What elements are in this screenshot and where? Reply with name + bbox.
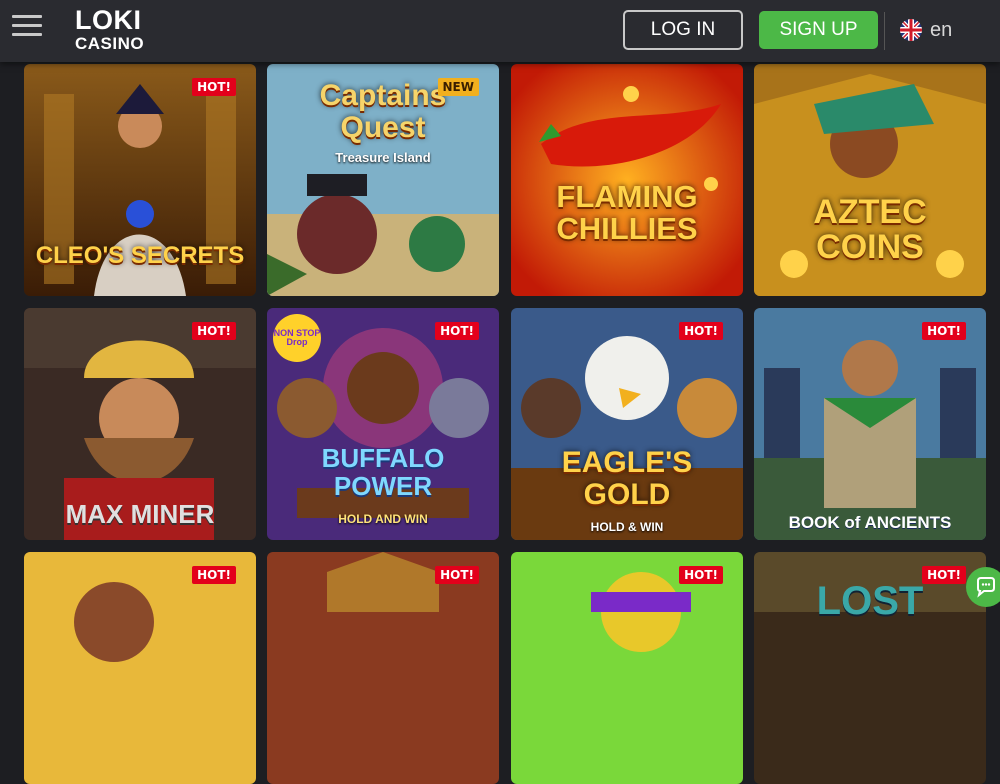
game-tile-row3-2[interactable]: HOT! bbox=[267, 552, 499, 784]
hot-badge: HOT! bbox=[679, 566, 723, 584]
hot-badge: HOT! bbox=[435, 566, 479, 584]
game-subtitle: HOLD & WIN bbox=[590, 520, 664, 534]
hot-badge: HOT! bbox=[679, 322, 723, 340]
signup-button[interactable]: SIGN UP bbox=[759, 11, 878, 49]
hot-badge: HOT! bbox=[922, 322, 966, 340]
game-title: LOST bbox=[816, 579, 924, 623]
game-subtitle: Treasure Island bbox=[335, 150, 431, 165]
game-tile-lost[interactable]: LOST HOT! bbox=[754, 552, 986, 784]
game-tile-flaming-chillies[interactable]: FLAMING CHILLIES bbox=[511, 64, 743, 296]
game-tile-max-miner[interactable]: MAX MINER HOT! bbox=[24, 308, 256, 540]
hot-badge: HOT! bbox=[922, 566, 966, 584]
game-tile-eagles-gold[interactable]: EAGLE'S GOLD HOLD & WIN HOT! bbox=[511, 308, 743, 540]
game-tile-row3-1[interactable]: HOT! bbox=[24, 552, 256, 784]
chat-button[interactable] bbox=[966, 567, 1000, 607]
menu-line bbox=[12, 15, 42, 18]
login-button[interactable]: LOG IN bbox=[623, 10, 743, 50]
chat-icon bbox=[977, 577, 995, 598]
menu-line bbox=[12, 24, 42, 27]
game-title: AZTEC COINS bbox=[813, 192, 927, 267]
hot-badge: HOT! bbox=[192, 322, 236, 340]
game-subtitle: HOLD AND WIN bbox=[338, 512, 428, 526]
new-badge: NEW bbox=[437, 78, 479, 96]
game-tile-aztec-coins[interactable]: AZTEC COINS bbox=[754, 64, 986, 296]
game-tile-cleos-secrets[interactable]: CLEO'S SECRETS HOT! bbox=[24, 64, 256, 296]
game-title: CLEO'S SECRETS bbox=[35, 241, 245, 269]
games-grid: CLEO'S SECRETS HOT! Captains Quest Treas… bbox=[0, 0, 1000, 784]
game-tile-book-of-ancients[interactable]: BOOK of ANCIENTS HOT! bbox=[754, 308, 986, 540]
top-navigation-bar: LOKI CASINO LOG IN SIGN UP en bbox=[0, 0, 1000, 62]
game-title: BUFFALO POWER bbox=[321, 443, 445, 501]
game-title: EAGLE'S GOLD bbox=[561, 446, 693, 511]
nonstop-drop-badge: NON STOP Drop bbox=[273, 314, 321, 362]
game-title: FLAMING CHILLIES bbox=[556, 178, 698, 247]
game-title: BOOK of ANCIENTS bbox=[788, 513, 952, 533]
game-tile-buffalo-power[interactable]: BUFFALO POWER HOLD AND WIN NON STOP Drop… bbox=[267, 308, 499, 540]
game-art-rhino bbox=[24, 552, 256, 784]
hot-badge: HOT! bbox=[192, 78, 236, 96]
hamburger-menu-icon[interactable] bbox=[12, 15, 42, 39]
site-logo[interactable]: LOKI CASINO bbox=[75, 5, 145, 53]
uk-flag-icon bbox=[900, 19, 922, 41]
logo-line-1: LOKI bbox=[75, 5, 142, 35]
game-art-parrot bbox=[511, 552, 743, 784]
menu-line bbox=[12, 33, 42, 36]
game-art-chief bbox=[267, 552, 499, 784]
game-title: MAX MINER bbox=[65, 498, 215, 529]
hot-badge: HOT! bbox=[192, 566, 236, 584]
header-divider bbox=[884, 12, 885, 50]
hot-badge: HOT! bbox=[435, 322, 479, 340]
game-tile-captains-quest[interactable]: Captains Quest Treasure Island NEW bbox=[267, 64, 499, 296]
game-tile-row3-3[interactable]: HOT! bbox=[511, 552, 743, 784]
language-label: en bbox=[930, 18, 953, 41]
logo-line-2: CASINO bbox=[75, 34, 145, 53]
game-art-book-of-ancients bbox=[754, 308, 986, 540]
language-selector[interactable]: en bbox=[900, 18, 952, 42]
